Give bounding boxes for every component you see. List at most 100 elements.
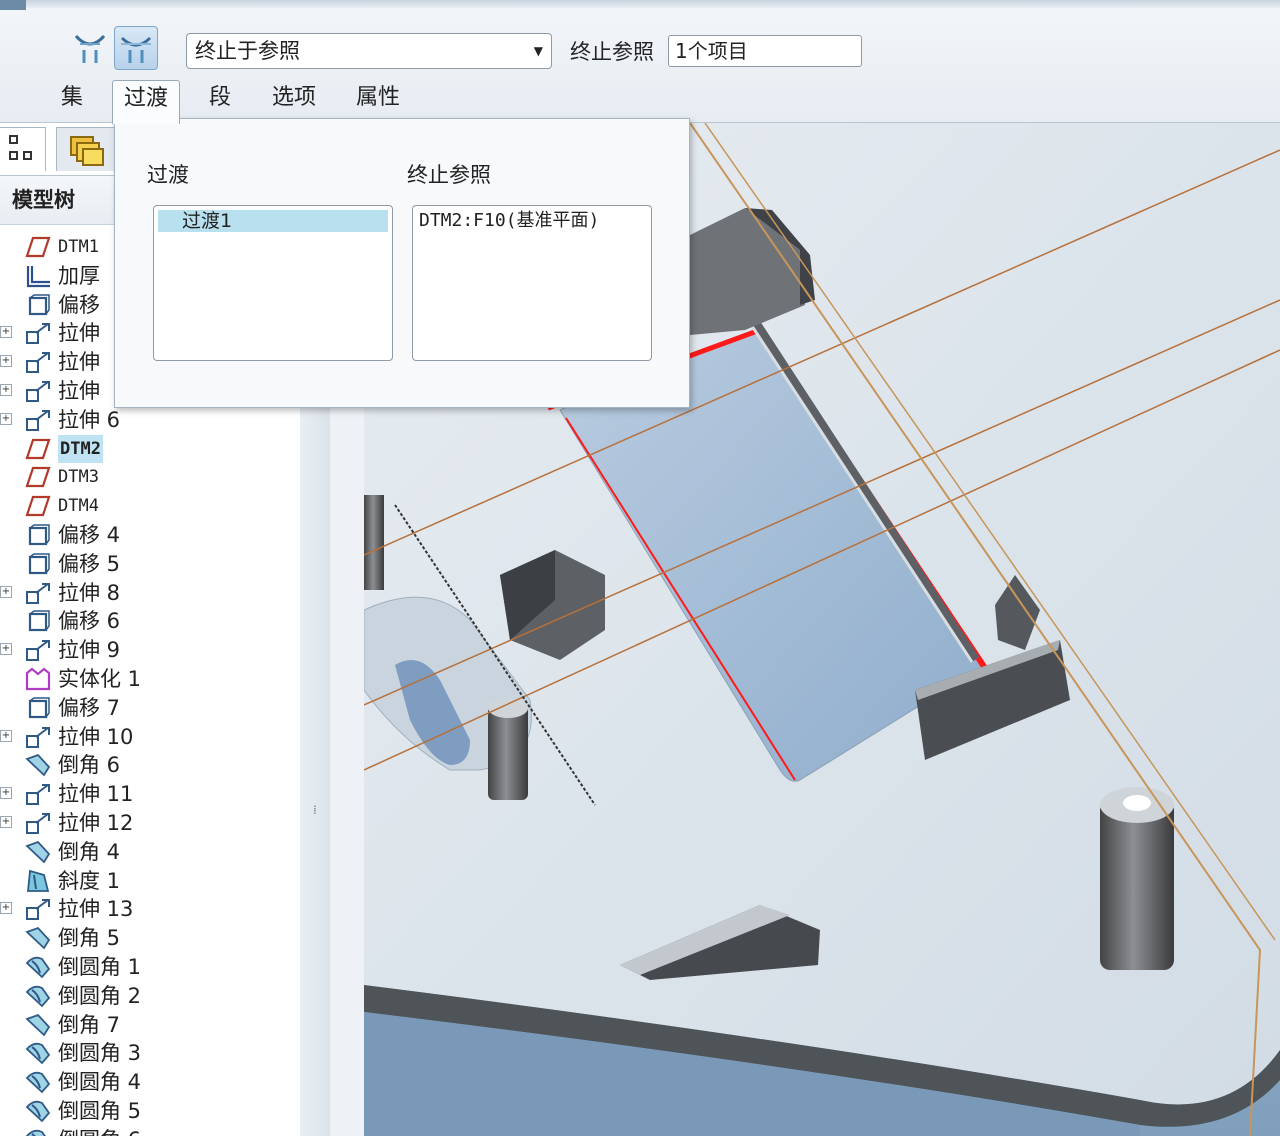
extrude-icon: [24, 897, 52, 921]
tree-item-label: 倒角 7: [58, 1012, 121, 1037]
extrude-icon: [24, 638, 52, 662]
tree-item-label: 倒圆角 1: [58, 954, 142, 979]
tree-item[interactable]: 偏移 6: [0, 607, 300, 636]
tree-item[interactable]: DTM2: [0, 434, 300, 464]
app-icon: [0, 0, 26, 10]
tree-item-label: 拉伸 11: [58, 782, 134, 807]
transitions-list[interactable]: 过渡1: [153, 205, 393, 361]
expand-icon[interactable]: +: [0, 643, 12, 656]
end-condition-dropdown[interactable]: 终止于参照 ▼: [186, 33, 552, 69]
sweep-blend-icon: [74, 34, 106, 63]
chamfer-icon: [24, 1013, 52, 1037]
tree-item-label: 拉伸 8: [58, 580, 121, 605]
extrude-icon: [24, 811, 52, 835]
tree-item-label: 偏移 5: [58, 551, 121, 576]
transition-panel: 过渡 终止参照 过渡1 DTM2:F10(基准平面): [114, 118, 690, 408]
tree-item[interactable]: DTM3: [0, 463, 300, 492]
blend-to-reference-button[interactable]: [114, 26, 158, 70]
chevron-down-icon: ▼: [533, 44, 543, 58]
tree-item[interactable]: + 拉伸 10: [0, 723, 300, 752]
datum-plane-icon: [24, 437, 52, 461]
round-icon: [24, 1041, 52, 1065]
tree-item-label: 拉伸 6: [58, 407, 121, 432]
tree-item-label: 拉伸 10: [58, 724, 134, 749]
tree-item-label: 拉伸 12: [58, 810, 134, 835]
end-reference-list-label: 终止参照: [407, 163, 491, 187]
extrude-icon: [24, 725, 52, 749]
expand-icon[interactable]: +: [0, 355, 12, 368]
tree-item[interactable]: + 拉伸 9: [0, 636, 300, 665]
tree-item[interactable]: 倒圆角 1: [0, 953, 300, 982]
tree-item[interactable]: 倒圆角 2: [0, 982, 300, 1011]
tree-item-label: DTM2: [58, 434, 103, 463]
tab-segment[interactable]: 段: [198, 80, 242, 120]
end-reference-item[interactable]: DTM2:F10(基准平面): [419, 208, 599, 234]
datum-plane-icon: [24, 494, 52, 518]
feature-dashboard: 终止于参照 ▼ 终止参照 1个项目 集 过渡 段 选项 属性: [0, 0, 1280, 124]
tab-folder-browser[interactable]: [56, 127, 116, 171]
tree-item[interactable]: 实体化 1: [0, 665, 300, 694]
end-reference-collector[interactable]: 1个项目: [668, 35, 862, 67]
tree-item[interactable]: 偏移 5: [0, 550, 300, 579]
tree-item-label: DTM1: [58, 237, 99, 257]
expand-icon[interactable]: +: [0, 585, 12, 598]
tree-item-label: 倒圆角 3: [58, 1041, 142, 1066]
tree-item[interactable]: 斜度 1: [0, 867, 300, 896]
tree-item[interactable]: 倒角 4: [0, 838, 300, 867]
title-bar: [0, 0, 1280, 10]
transitions-list-label: 过渡: [147, 163, 189, 187]
thicken-icon: [24, 264, 52, 288]
transition-item[interactable]: 过渡1: [158, 210, 388, 232]
tree-item-label: 偏移 7: [58, 695, 121, 720]
tree-item[interactable]: 倒角 5: [0, 924, 300, 953]
offset-icon: [24, 552, 52, 576]
tree-item[interactable]: 倒圆角 4: [0, 1068, 300, 1097]
tree-item[interactable]: 偏移 7: [0, 694, 300, 723]
tree-item[interactable]: + 拉伸 12: [0, 809, 300, 838]
datum-plane-icon: [24, 235, 52, 259]
tree-item[interactable]: 倒圆角 6: [0, 1126, 300, 1136]
tree-item[interactable]: + 拉伸 8: [0, 579, 300, 608]
round-icon: [24, 1070, 52, 1094]
expand-icon[interactable]: +: [0, 902, 12, 915]
round-icon: [24, 1099, 52, 1123]
expand-icon[interactable]: +: [0, 383, 12, 396]
tree-item-label: 实体化 1: [58, 666, 142, 691]
blend-full-button[interactable]: [68, 26, 112, 70]
expand-icon[interactable]: +: [0, 326, 12, 339]
offset-icon: [24, 609, 52, 633]
grip-icon: ⁞: [313, 803, 317, 817]
tree-item[interactable]: 倒圆角 3: [0, 1039, 300, 1068]
tree-item-label: 倒圆角 6: [58, 1126, 141, 1136]
chamfer-icon: [24, 926, 52, 950]
tab-properties[interactable]: 属性: [346, 80, 410, 120]
tree-item-label: 倒角 6: [58, 753, 121, 778]
expand-icon[interactable]: +: [0, 787, 12, 800]
sweep-blend-ref-icon: [120, 36, 152, 63]
tree-item[interactable]: DTM4: [0, 492, 300, 521]
tab-set[interactable]: 集: [50, 80, 94, 120]
datum-plane-icon: [24, 465, 52, 489]
tab-transition[interactable]: 过渡: [112, 80, 180, 124]
tree-item[interactable]: 倒角 7: [0, 1011, 300, 1040]
tree-item-label: 拉伸: [58, 321, 100, 346]
end-reference-label: 终止参照: [570, 40, 654, 64]
tree-item-label: 拉伸: [58, 350, 100, 375]
tab-model-tree[interactable]: [0, 127, 46, 171]
expand-icon[interactable]: +: [0, 729, 12, 742]
expand-icon[interactable]: +: [0, 815, 12, 828]
round-icon: [24, 1128, 52, 1136]
tab-options[interactable]: 选项: [262, 80, 326, 120]
extrude-icon: [24, 350, 52, 374]
expand-icon[interactable]: +: [0, 412, 12, 425]
chamfer-icon: [24, 840, 52, 864]
tree-item[interactable]: + 拉伸 6: [0, 406, 300, 435]
tree-item[interactable]: + 拉伸 11: [0, 780, 300, 809]
offset-icon: [24, 523, 52, 547]
tree-item[interactable]: 倒角 6: [0, 751, 300, 780]
tree-item[interactable]: + 拉伸 13: [0, 895, 300, 924]
tree-item[interactable]: 偏移 4: [0, 521, 300, 550]
tree-item[interactable]: 倒圆角 5: [0, 1097, 300, 1126]
tree-item-label: 偏移 4: [58, 522, 121, 547]
end-reference-list[interactable]: DTM2:F10(基准平面): [412, 205, 652, 361]
